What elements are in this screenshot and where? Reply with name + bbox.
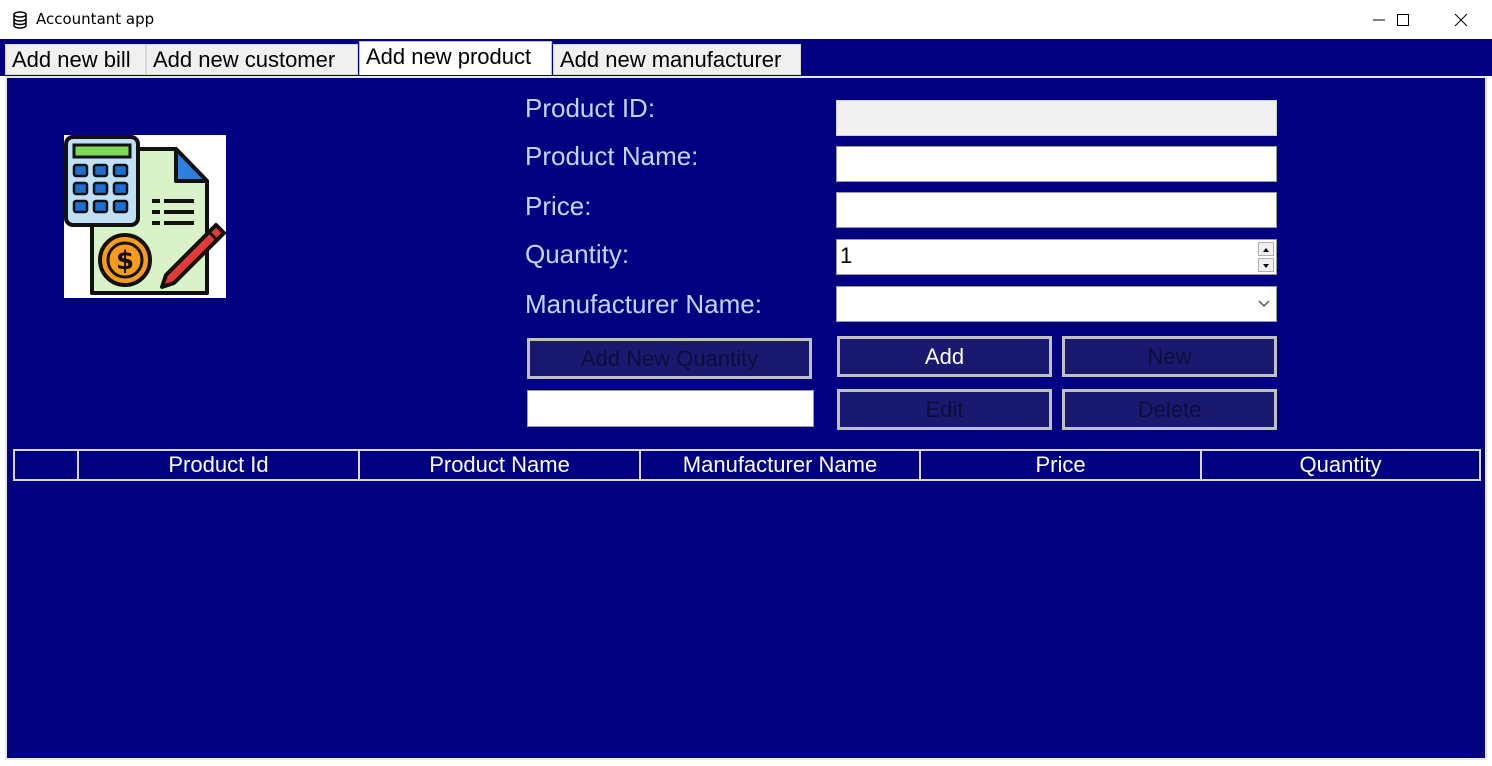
spin-down-button[interactable] [1258, 258, 1274, 272]
arrow-up-icon [1263, 248, 1269, 252]
delete-button[interactable]: Delete [1062, 389, 1277, 430]
row-header-column[interactable] [15, 451, 77, 479]
add-new-quantity-button[interactable]: Add New Quantity [527, 338, 812, 379]
window-title: Accountant app [36, 10, 155, 28]
spin-up-button[interactable] [1258, 242, 1274, 256]
product-id-field[interactable] [836, 100, 1277, 136]
price-field[interactable] [836, 192, 1277, 228]
column-product-id[interactable]: Product Id [77, 451, 358, 479]
arrow-down-icon [1263, 264, 1269, 268]
new-button[interactable]: New [1062, 336, 1277, 377]
maximize-button[interactable] [1380, 0, 1426, 39]
chevron-down-icon [1258, 300, 1270, 308]
tab-add-new-product[interactable]: Add new product [359, 41, 552, 75]
products-table-header: Product Id Product Name Manufacturer Nam… [13, 449, 1481, 481]
product-name-field[interactable] [836, 146, 1277, 182]
close-icon [1454, 13, 1468, 27]
tab-add-new-customer[interactable]: Add new customer [146, 44, 358, 75]
calculator-invoice-icon: $ [64, 135, 226, 298]
svg-text:$: $ [116, 246, 134, 276]
title-bar: Accountant app [0, 0, 1492, 40]
add-button[interactable]: Add [837, 336, 1052, 377]
quantity-label: Quantity: [525, 239, 630, 269]
product-id-label: Product ID: [525, 93, 656, 123]
maximize-icon [1397, 14, 1409, 26]
quantity-spinner[interactable] [1258, 242, 1274, 272]
column-manufacturer-name[interactable]: Manufacturer Name [639, 451, 919, 479]
close-button[interactable] [1438, 0, 1484, 39]
edit-button[interactable]: Edit [837, 389, 1052, 430]
manufacturer-name-select[interactable] [836, 286, 1277, 322]
tab-add-new-manufacturer[interactable]: Add new manufacturer [553, 44, 801, 75]
quantity-stepper[interactable]: 1 [836, 239, 1277, 275]
products-table-body[interactable] [13, 481, 1481, 755]
database-icon [12, 11, 28, 29]
column-product-name[interactable]: Product Name [358, 451, 639, 479]
column-quantity[interactable]: Quantity [1200, 451, 1479, 479]
column-price[interactable]: Price [919, 451, 1200, 479]
product-name-label: Product Name: [525, 141, 699, 171]
tab-add-new-bill[interactable]: Add new bill [5, 44, 146, 75]
manufacturer-name-label: Manufacturer Name: [525, 289, 762, 319]
new-quantity-field[interactable] [527, 390, 814, 427]
quantity-value: 1 [840, 243, 853, 268]
price-label: Price: [525, 191, 592, 221]
